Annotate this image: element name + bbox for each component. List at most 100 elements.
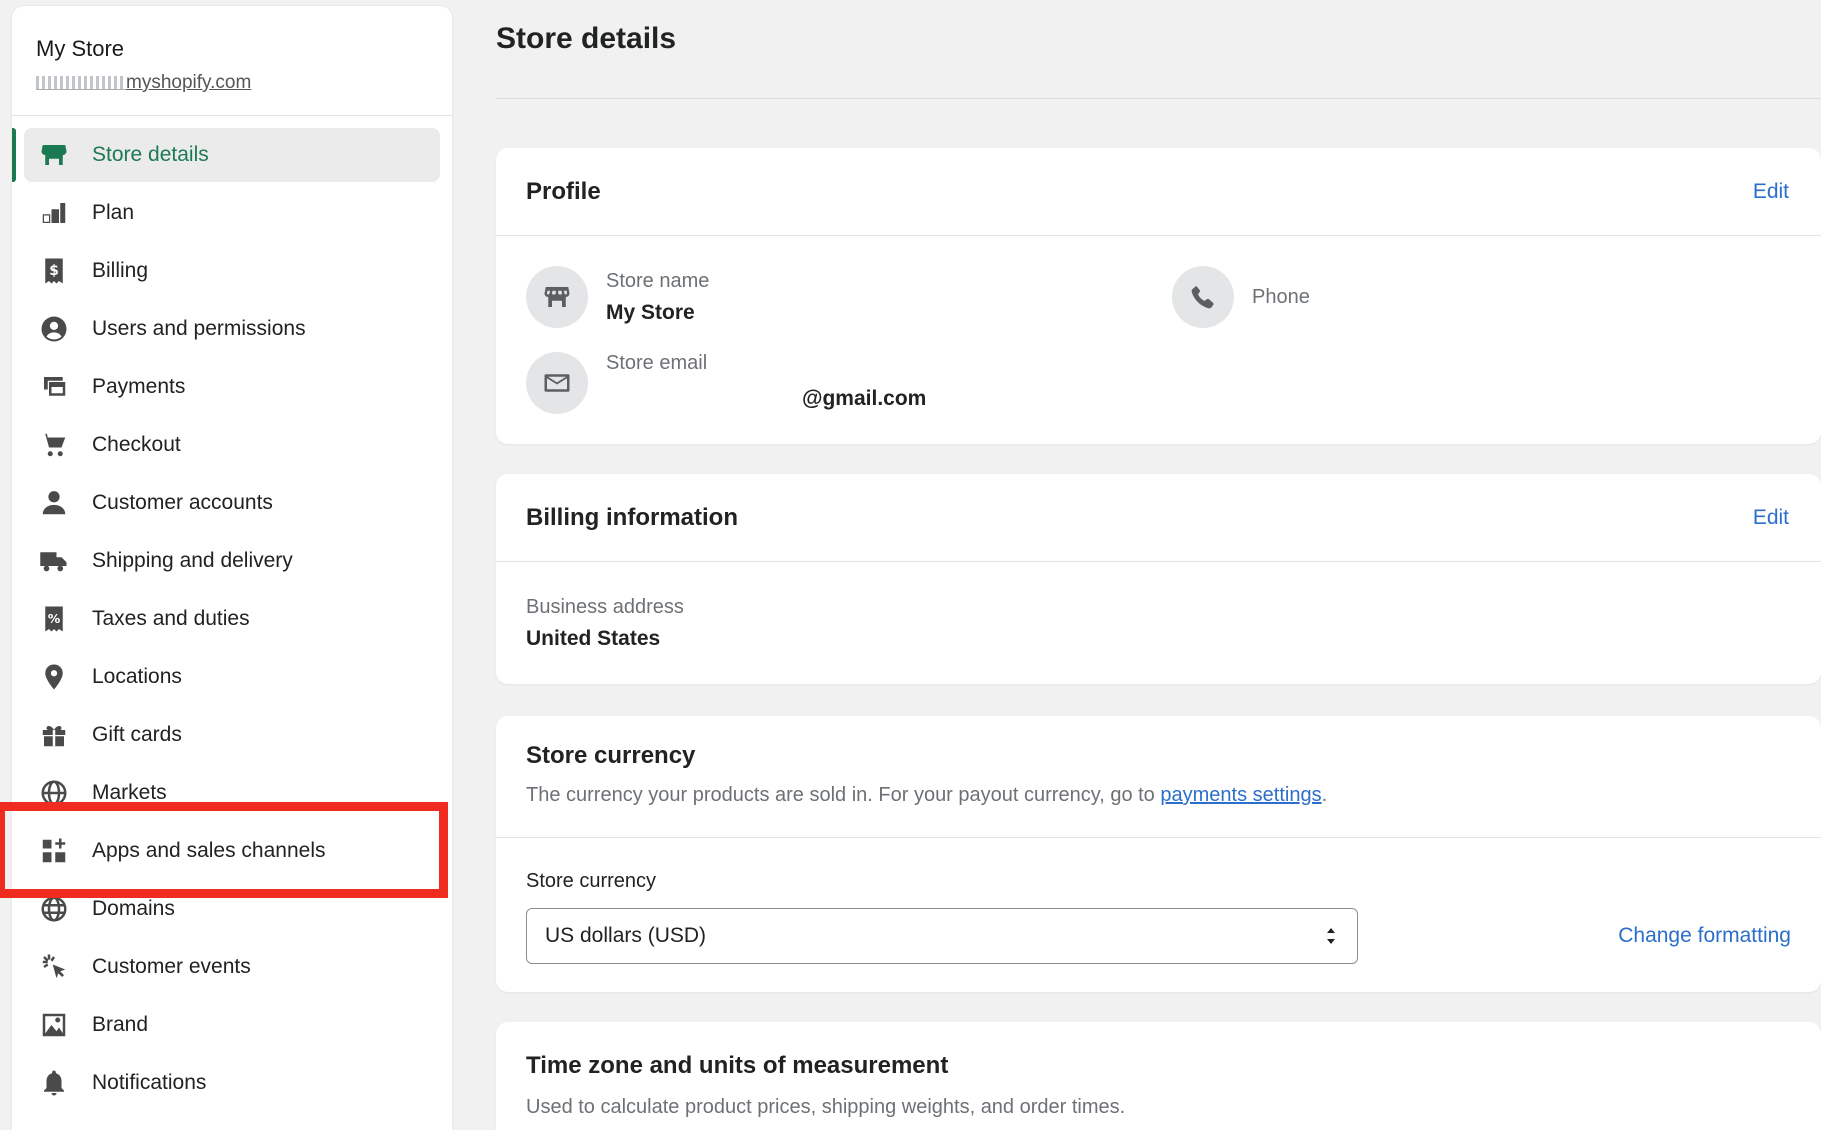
store-email-field: Store email @gmail.com (526, 352, 926, 414)
billing-edit-link[interactable]: Edit (1753, 506, 1789, 530)
profile-card: Profile Edit Store name My Store Phone S… (496, 148, 1821, 444)
currency-select[interactable]: US dollars (USD) (526, 908, 1358, 964)
svg-text:%: % (48, 611, 61, 626)
store-icon (38, 139, 70, 171)
currency-title: Store currency (526, 742, 696, 769)
cursor-click-icon (38, 951, 70, 983)
store-domain-row[interactable]: myshopify.com (36, 72, 452, 94)
sidebar-item-label: Payments (92, 375, 186, 398)
sidebar-item-notifications[interactable]: Notifications (24, 1056, 440, 1110)
sidebar-item-label: Customer events (92, 955, 251, 978)
sidebar-item-gift-cards[interactable]: Gift cards (24, 708, 440, 762)
change-formatting-link[interactable]: Change formatting (1618, 924, 1791, 948)
sidebar-item-markets[interactable]: Markets (24, 766, 440, 820)
sidebar-item-label: Shipping and delivery (92, 549, 293, 572)
store-icon (526, 266, 588, 328)
store-email-label: Store email (606, 352, 708, 374)
mail-icon (526, 352, 588, 414)
phone-icon (1172, 266, 1234, 328)
svg-text:$: $ (49, 263, 59, 279)
business-address-label: Business address (526, 596, 684, 618)
timezone-card: Time zone and units of measurement Used … (496, 1022, 1821, 1130)
location-pin-icon (38, 661, 70, 693)
store-name-field: Store name My Store (526, 266, 709, 328)
sidebar-item-label: Customer accounts (92, 491, 273, 514)
sidebar-item-label: Markets (92, 781, 167, 804)
phone-field: Phone (1172, 266, 1310, 328)
brand-image-icon (38, 1009, 70, 1041)
sidebar-item-label: Users and permissions (92, 317, 306, 340)
currency-select-value: US dollars (USD) (545, 924, 707, 947)
tax-receipt-icon: % (38, 603, 70, 635)
globe-icon (38, 777, 70, 809)
sidebar-item-locations[interactable]: Locations (24, 650, 440, 704)
bell-icon (38, 1067, 70, 1099)
currency-card-header: Store currency The currency your product… (496, 716, 1821, 838)
sidebar-item-taxes-and-duties[interactable]: % Taxes and duties (24, 592, 440, 646)
profile-card-header: Profile Edit (496, 148, 1821, 236)
timezone-title: Time zone and units of measurement (526, 1052, 949, 1079)
currency-description-suffix: . (1321, 784, 1328, 806)
sidebar-item-label: Plan (92, 201, 135, 224)
cart-icon (38, 429, 70, 461)
store-currency-card: Store currency The currency your product… (496, 716, 1821, 992)
sidebar-item-brand[interactable]: Brand (24, 998, 440, 1052)
sidebar-item-label: Gift cards (92, 723, 182, 746)
sidebar-item-billing[interactable]: $ Billing (24, 244, 440, 298)
currency-description-text: The currency your products are sold in. … (526, 784, 1161, 806)
sidebar-item-customer-events[interactable]: Customer events (24, 940, 440, 994)
phone-label: Phone (1252, 285, 1310, 308)
sidebar-item-payments[interactable]: Payments (24, 360, 440, 414)
truck-icon (38, 545, 70, 577)
page-title: Store details (496, 22, 677, 55)
currency-description: The currency your products are sold in. … (526, 784, 1791, 807)
sidebar-item-plan[interactable]: Plan (24, 186, 440, 240)
store-name-label: Store name (606, 269, 710, 292)
person-icon (38, 487, 70, 519)
currency-field-label: Store currency (526, 870, 657, 892)
sidebar-item-apps-and-sales-channels[interactable]: Apps and sales channels (24, 824, 440, 878)
business-address-value: United States (526, 627, 661, 650)
sidebar-item-label: Checkout (92, 433, 181, 456)
billing-title: Billing information (526, 503, 738, 531)
sidebar-item-domains[interactable]: Domains (24, 882, 440, 936)
plan-icon (38, 197, 70, 229)
sidebar-item-label: Billing (92, 259, 149, 282)
billing-card: Billing information Edit Business addres… (496, 474, 1821, 684)
profile-title: Profile (526, 177, 601, 205)
store-email-value: @gmail.com (802, 387, 927, 410)
select-arrows-icon (1327, 928, 1335, 944)
sidebar-item-shipping-and-delivery[interactable]: Shipping and delivery (24, 534, 440, 588)
divider (496, 98, 1821, 99)
payments-settings-link[interactable]: payments settings (1160, 784, 1321, 806)
settings-sidebar: My Store myshopify.com Store details Plan… (12, 6, 452, 1130)
sidebar-item-label: Brand (92, 1013, 149, 1036)
profile-edit-link[interactable]: Edit (1753, 180, 1789, 204)
gift-icon (38, 719, 70, 751)
sidebar-item-label: Taxes and duties (92, 607, 250, 630)
sidebar-item-label: Store details (92, 143, 209, 166)
app-window: My Store myshopify.com Store details Plan… (0, 0, 1821, 1130)
timezone-description: Used to calculate product prices, shippi… (526, 1096, 1126, 1118)
store-name-value: My Store (606, 300, 695, 324)
sidebar-item-label: Apps and sales channels (92, 839, 326, 862)
billing-icon: $ (38, 255, 70, 287)
sidebar-item-customer-accounts[interactable]: Customer accounts (24, 476, 440, 530)
main-content: Store details Profile Edit Store name My… (496, 0, 1821, 1130)
sidebar-item-store-details[interactable]: Store details (12, 128, 440, 182)
settings-nav: Store details Plan $ Billing Users and permi… (12, 116, 452, 1110)
sidebar-item-users-and-permissions[interactable]: Users and permissions (24, 302, 440, 356)
store-name: My Store (36, 36, 125, 61)
sidebar-item-label: Domains (92, 897, 175, 920)
sidebar-item-checkout[interactable]: Checkout (24, 418, 440, 472)
redacted-subdomain (36, 76, 126, 90)
store-domain-link[interactable]: myshopify.com (126, 72, 251, 94)
user-circle-icon (38, 313, 70, 345)
sidebar-item-label: Locations (92, 665, 182, 688)
sidebar-item-label: Notifications (92, 1071, 207, 1094)
payments-icon (38, 371, 70, 403)
globe-domain-icon (38, 893, 70, 925)
apps-icon (38, 835, 70, 867)
store-header: My Store myshopify.com (12, 6, 452, 116)
billing-card-header: Billing information Edit (496, 474, 1821, 562)
